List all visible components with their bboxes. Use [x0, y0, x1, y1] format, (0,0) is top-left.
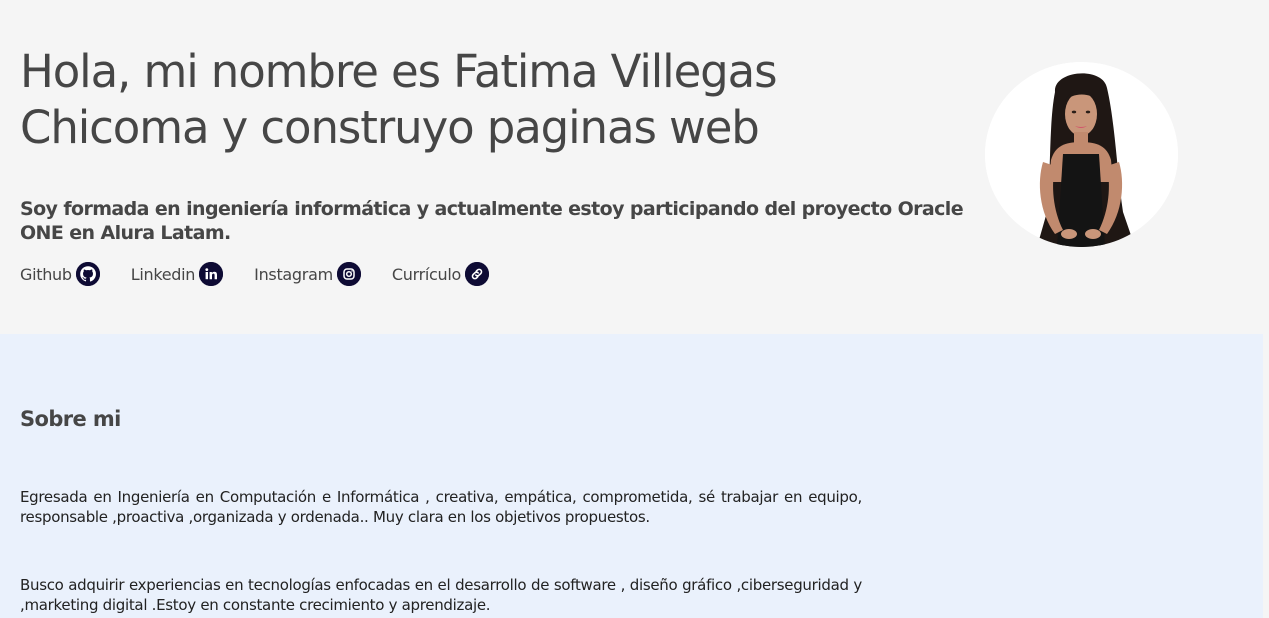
link-icon [464, 262, 489, 286]
about-paragraph-1: Egresada en Ingeniería en Computación e … [20, 488, 862, 526]
curriculo-link[interactable]: Currículo [392, 262, 489, 286]
linkedin-link-label: Linkedin [130, 264, 196, 284]
linkedin-icon [199, 262, 224, 286]
profile-avatar [985, 62, 1178, 247]
instagram-link-label: Instagram [254, 264, 333, 284]
instagram-icon [336, 262, 361, 286]
hero-title: Hola, mi nombre es Fatima Villegas Chico… [20, 45, 778, 154]
hero-subtitle: Soy formada en ingeniería informática y … [20, 198, 964, 244]
linkedin-link[interactable]: Linkedin [130, 262, 224, 286]
github-icon [75, 262, 100, 286]
github-link[interactable]: Github [20, 262, 100, 286]
about-section: Sobre mi Egresada en Ingeniería en Compu… [0, 334, 1263, 618]
instagram-link[interactable]: Instagram [254, 262, 361, 286]
about-title: Sobre mi [20, 407, 121, 431]
hero-section: Hola, mi nombre es Fatima Villegas Chico… [0, 0, 1269, 334]
about-paragraph-2: Busco adquirir experiencias en tecnologí… [20, 576, 862, 614]
profile-photo [985, 62, 1178, 247]
github-link-label: Github [20, 264, 72, 284]
social-links: Github Linkedin Instagram Currículo [20, 261, 520, 287]
curriculo-link-label: Currículo [391, 264, 461, 284]
